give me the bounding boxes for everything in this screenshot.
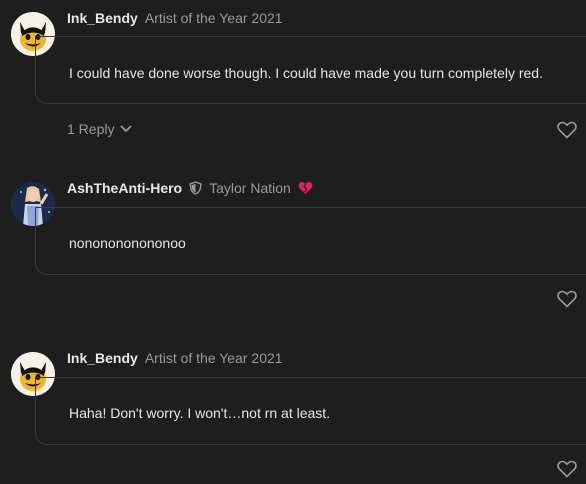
- username[interactable]: Ink_Bendy: [67, 10, 138, 26]
- chevron-down-icon: [120, 125, 133, 133]
- broken-heart-icon: [298, 181, 313, 195]
- comment-bubble: I could have done worse though. I could …: [35, 36, 586, 104]
- comment-header: Ink_Bendy Artist of the Year 2021: [67, 10, 283, 26]
- comment-bubble: Haha! Don't worry. I won't…not rn at lea…: [35, 377, 586, 445]
- like-heart-icon[interactable]: [557, 290, 577, 308]
- comment-header: Ink_Bendy Artist of the Year 2021: [67, 350, 283, 366]
- like-heart-icon[interactable]: [557, 460, 577, 478]
- comment-text: nononononononoo: [69, 235, 186, 251]
- username[interactable]: AshTheAnti-Hero: [67, 180, 182, 196]
- comment-header: AshTheAnti-Hero Taylor Nation: [67, 180, 313, 196]
- comment-bubble: nononononononoo: [35, 207, 586, 275]
- comment-text: I could have done worse though. I could …: [69, 65, 543, 81]
- reply-count-label: 1 Reply: [67, 121, 115, 137]
- like-heart-icon[interactable]: [557, 121, 577, 139]
- user-flair: Artist of the Year 2021: [144, 350, 283, 366]
- comment: AshTheAnti-Hero Taylor Nation nonononono…: [0, 170, 586, 320]
- comment-text: Haha! Don't worry. I won't…not rn at lea…: [69, 405, 331, 421]
- user-flair: Artist of the Year 2021: [144, 10, 283, 26]
- comment: Ink_Bendy Artist of the Year 2021 I coul…: [0, 0, 586, 160]
- comment-feed: Ink_Bendy Artist of the Year 2021 I coul…: [0, 0, 586, 484]
- user-flair: Taylor Nation: [209, 180, 291, 196]
- username[interactable]: Ink_Bendy: [67, 350, 138, 366]
- view-replies-button[interactable]: 1 Reply: [67, 121, 133, 137]
- shield-icon: [189, 181, 202, 195]
- comment: Ink_Bendy Artist of the Year 2021 Haha! …: [0, 340, 586, 484]
